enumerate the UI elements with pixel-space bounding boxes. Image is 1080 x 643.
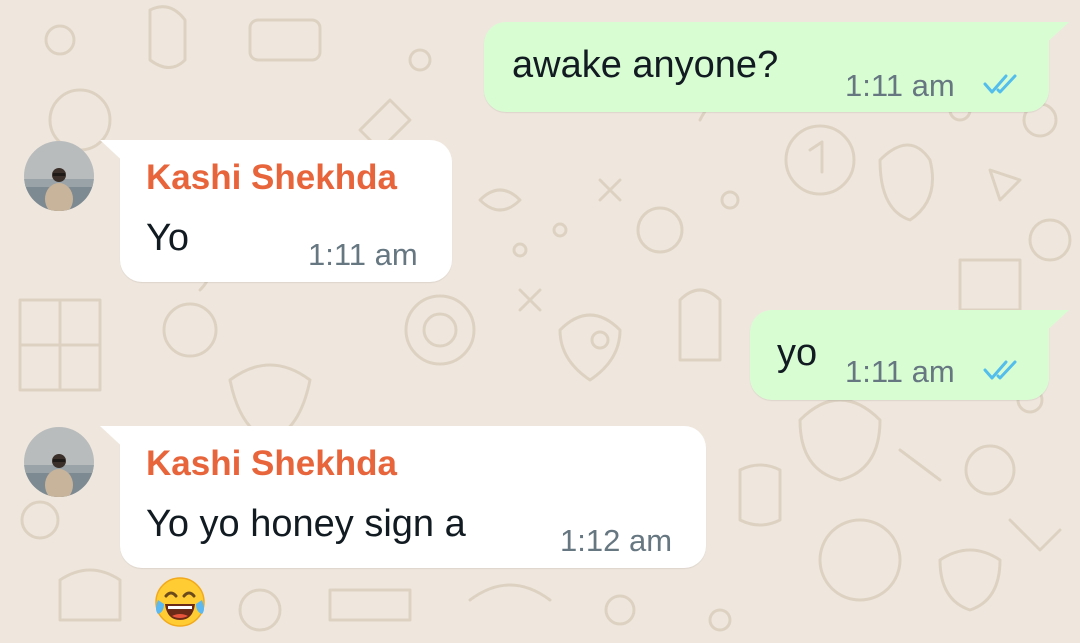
- message-time: 1:11 am: [845, 354, 955, 389]
- contact-avatar[interactable]: [24, 427, 94, 497]
- sender-name[interactable]: Kashi Shekhda: [146, 444, 397, 484]
- bubble-tail: [100, 426, 128, 452]
- message-text: Yo yo honey sign a: [146, 503, 466, 545]
- message-time: 1:12 am: [560, 523, 673, 558]
- message-outgoing-1[interactable]: awake anyone? 1:11 am: [484, 22, 1069, 112]
- double-check-read-icon: [983, 74, 1017, 94]
- message-time: 1:11 am: [308, 237, 418, 272]
- double-check-read-icon: [983, 360, 1017, 380]
- bubble-tail: [1041, 310, 1069, 336]
- message-text: awake anyone?: [512, 44, 779, 86]
- sender-name[interactable]: Kashi Shekhda: [146, 158, 397, 198]
- message-incoming-2[interactable]: Kashi Shekhda Yo yo honey sign a 1:12 am: [100, 426, 706, 568]
- contact-avatar[interactable]: [24, 141, 94, 211]
- message-incoming-1[interactable]: Kashi Shekhda Yo 1:11 am: [100, 140, 452, 282]
- bubble-tail: [1041, 22, 1069, 48]
- message-text: yo: [777, 332, 818, 374]
- message-time: 1:11 am: [845, 68, 955, 103]
- message-outgoing-2[interactable]: yo 1:11 am: [750, 310, 1069, 400]
- message-text: Yo: [146, 217, 189, 259]
- face-with-tears-of-joy-emoji[interactable]: [152, 574, 208, 630]
- bubble-tail: [100, 140, 128, 166]
